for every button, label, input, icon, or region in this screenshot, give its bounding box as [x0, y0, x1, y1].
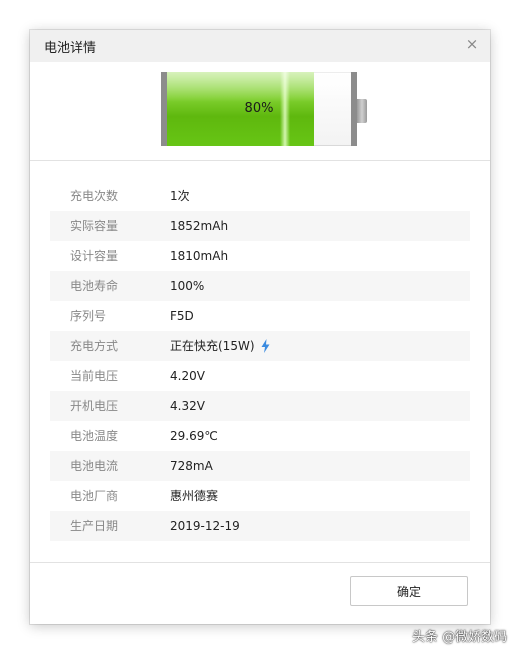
detail-label: 当前电压	[70, 369, 119, 383]
detail-label: 开机电压	[70, 399, 119, 413]
lightning-icon	[261, 338, 269, 353]
title-bar: 电池详情 ×	[30, 30, 490, 62]
detail-label: 设计容量	[70, 249, 119, 263]
detail-row-current-voltage: 当前电压 4.20V	[50, 361, 470, 391]
detail-label: 电池电流	[70, 459, 119, 473]
divider	[30, 562, 490, 563]
battery-details-dialog: 电池详情 × 80% 充电次数 1次 实际容量 1852mAh 设计容量 181…	[30, 30, 490, 624]
detail-row-production-date: 生产日期 2019-12-19	[50, 511, 470, 541]
battery-graphic: 80%	[161, 72, 367, 150]
detail-label: 充电次数	[70, 189, 119, 203]
detail-value: 2019-12-19	[170, 519, 240, 533]
detail-value: 4.32V	[170, 399, 205, 413]
detail-value: 正在快充(15W)	[170, 339, 255, 353]
battery-terminal	[357, 99, 367, 123]
detail-value: 1852mAh	[170, 219, 229, 233]
detail-row-temperature: 电池温度 29.69℃	[50, 421, 470, 451]
battery-percent-label: 80%	[244, 101, 274, 116]
detail-row-charge-mode: 充电方式 正在快充(15W)	[50, 331, 470, 361]
detail-value: 4.20V	[170, 369, 205, 383]
close-icon[interactable]: ×	[464, 36, 480, 52]
detail-label: 生产日期	[70, 519, 119, 533]
detail-row-boot-voltage: 开机电压 4.32V	[50, 391, 470, 421]
detail-value: 1810mAh	[170, 249, 229, 263]
battery-graphic-area: 80%	[30, 62, 490, 160]
ok-button[interactable]: 确定	[350, 576, 468, 606]
detail-row-actual-capacity: 实际容量 1852mAh	[50, 211, 470, 241]
battery-details-list: 充电次数 1次 实际容量 1852mAh 设计容量 1810mAh 电池寿命 1…	[50, 181, 470, 541]
screen: 电池详情 × 80% 充电次数 1次 实际容量 1852mAh 设计容量 181…	[0, 0, 520, 655]
detail-label: 电池温度	[70, 429, 119, 443]
watermark-text: 头条 @微娇数码	[412, 630, 508, 645]
detail-row-design-capacity: 设计容量 1810mAh	[50, 241, 470, 271]
detail-label: 电池厂商	[70, 489, 119, 503]
detail-row-current: 电池电流 728mA	[50, 451, 470, 481]
detail-value: 惠州德赛	[170, 489, 219, 503]
detail-row-manufacturer: 电池厂商 惠州德赛	[50, 481, 470, 511]
detail-label: 充电方式	[70, 339, 119, 353]
detail-label: 序列号	[70, 309, 107, 323]
detail-row-serial-number: 序列号 F5D	[50, 301, 470, 331]
detail-row-battery-health: 电池寿命 100%	[50, 271, 470, 301]
detail-row-charge-count: 充电次数 1次	[50, 181, 470, 211]
detail-value: F5D	[170, 309, 194, 323]
detail-label: 电池寿命	[70, 279, 119, 293]
dialog-title: 电池详情	[44, 41, 97, 56]
detail-value: 100%	[170, 279, 205, 293]
detail-label: 实际容量	[70, 219, 119, 233]
detail-value: 29.69℃	[170, 429, 218, 443]
detail-value: 1次	[170, 189, 190, 203]
detail-value-with-icon: 正在快充(15W)	[170, 331, 270, 361]
divider	[30, 160, 490, 161]
detail-value: 728mA	[170, 459, 213, 473]
